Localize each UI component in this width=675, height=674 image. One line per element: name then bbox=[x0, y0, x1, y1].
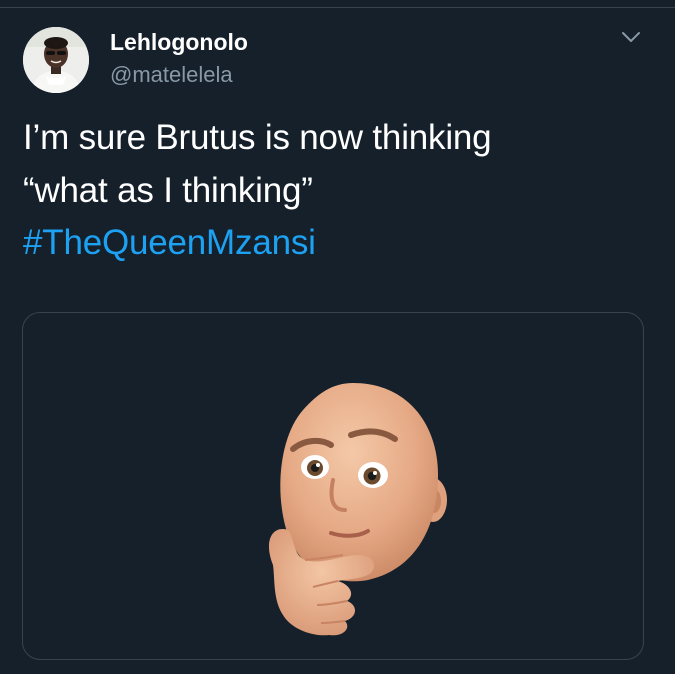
author-handle[interactable]: @matelelela bbox=[110, 61, 233, 89]
tweet-text-line-1: I’m sure Brutus is now thinking bbox=[23, 118, 492, 157]
avatar[interactable] bbox=[23, 27, 89, 93]
author-name[interactable]: Lehlogonolo bbox=[110, 28, 248, 56]
tweet-media[interactable] bbox=[22, 312, 644, 660]
tweet-card: Lehlogonolo @matelelela I’m sure Brutus … bbox=[0, 0, 675, 674]
thinking-memoji-icon bbox=[268, 383, 447, 636]
hashtag-link[interactable]: #TheQueenMzansi bbox=[23, 222, 316, 264]
chevron-down-icon bbox=[622, 32, 640, 42]
tweet-text-line-2: “what as I thinking” bbox=[23, 171, 313, 210]
avatar-photo-icon bbox=[23, 27, 89, 93]
tweet-menu-button[interactable] bbox=[618, 24, 644, 50]
